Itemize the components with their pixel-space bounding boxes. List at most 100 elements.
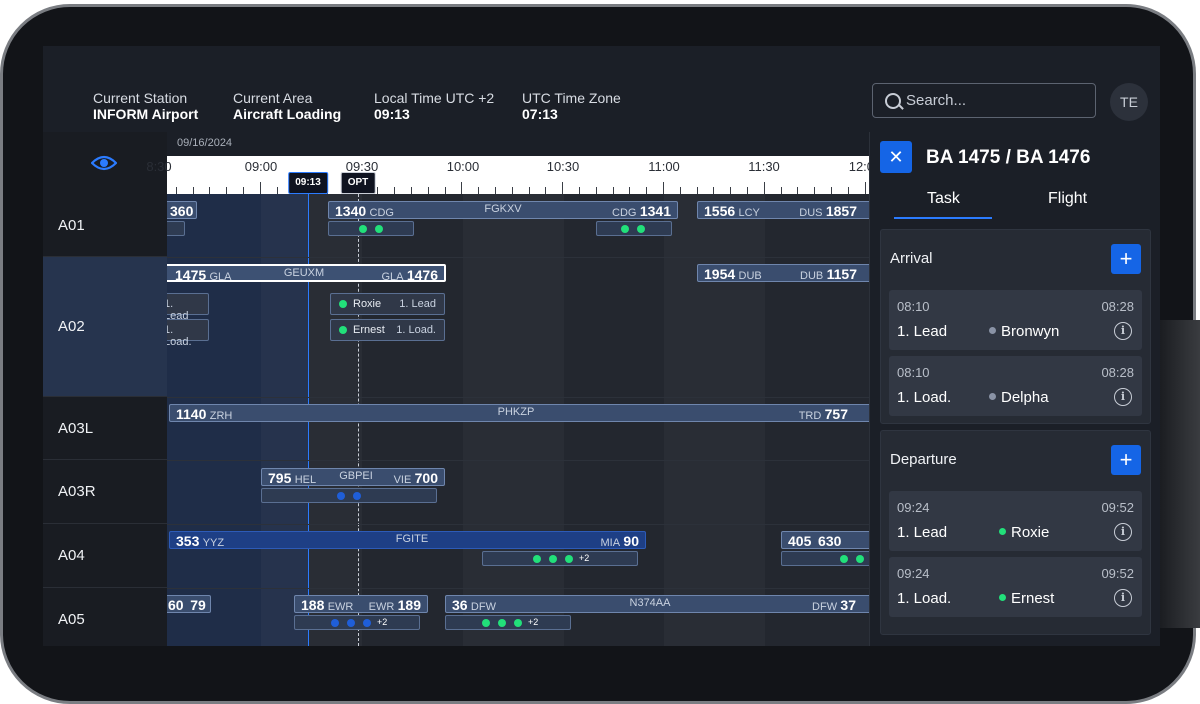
tab-flight[interactable]: Flight — [1048, 190, 1087, 208]
flight-bar[interactable]: 405 630 — [781, 531, 869, 549]
task-start-time: 08:10 — [897, 365, 930, 380]
add-arrival-task-button[interactable]: + — [1111, 244, 1141, 274]
outbound-number: 1157 — [826, 266, 857, 282]
task-card[interactable]: 08:10 08:28 1. Load. Delpha i — [889, 356, 1142, 416]
tick-mark — [175, 187, 177, 194]
outbound-number: 90 — [623, 533, 639, 549]
inbound-code: ZRH — [209, 410, 233, 422]
flight-bar[interactable]: 1954 DUB DUB 1157 — [697, 264, 869, 282]
tick-mark — [562, 182, 564, 194]
opt-marker-label: OPT — [347, 177, 369, 188]
tick-mark — [461, 182, 463, 194]
tick-mark — [427, 187, 429, 194]
row-label-text: A03R — [58, 483, 96, 500]
aircraft-registration: GEUXM — [283, 267, 325, 279]
time-ruler: 09/16/2024 8:30 09:00 09:30 10:00 10:30 … — [146, 132, 881, 194]
row-label-a03r[interactable]: A03R — [43, 460, 167, 524]
local-time-value: 09:13 — [374, 106, 410, 122]
status-dot — [375, 225, 383, 233]
row-label-a03l[interactable]: A03L — [43, 397, 167, 460]
flight-bar[interactable]: 1140 ZRH PHKZP TRD 757 — [169, 404, 869, 422]
outbound-code: CDG — [612, 207, 637, 219]
avatar-initials: TE — [1120, 94, 1138, 110]
info-icon[interactable]: i — [1114, 322, 1132, 340]
user-avatar[interactable]: TE — [1110, 83, 1148, 121]
row-label-text: A03L — [58, 419, 94, 437]
task-strip[interactable]: +2 — [482, 551, 638, 566]
task-start-time: 08:10 — [897, 299, 930, 314]
close-button[interactable]: ✕ — [880, 141, 912, 173]
tick-mark — [226, 187, 228, 194]
status-dot — [347, 619, 355, 627]
area-value: Aircraft Loading — [233, 106, 342, 122]
aircraft-registration: PHKZP — [497, 406, 535, 418]
flight-bar[interactable]: 353 YYZ FGITE MIA 90 — [169, 531, 646, 549]
task-card[interactable]: 08:10 08:28 1. Lead Bronwyn i — [889, 290, 1142, 350]
station-value: INFORM Airport — [93, 106, 199, 122]
row-label-a01[interactable]: A01 — [43, 194, 167, 257]
task-block-roxie[interactable]: Roxie 1. Lead — [330, 293, 445, 315]
flight-bar[interactable]: 1556 LCY DUS 1857 — [697, 201, 869, 219]
selected-flight-bar[interactable]: 1475 GLA GEUXM GLA 1476 — [167, 264, 446, 283]
tick-mark — [394, 187, 396, 194]
time-label: 11:00 — [648, 159, 680, 174]
info-icon[interactable]: i — [1114, 523, 1132, 541]
eye-icon[interactable] — [90, 154, 118, 177]
row-label-a05[interactable]: A05 — [43, 588, 167, 646]
inbound-number: 1140 — [176, 406, 207, 422]
inbound-code: GLA — [209, 271, 232, 283]
tick-mark — [814, 187, 816, 194]
flight-bar[interactable]: 1340 CDG FGKXV CDG 1341 — [328, 201, 678, 219]
task-start-time: 09:24 — [897, 566, 930, 581]
task-strip[interactable] — [596, 221, 672, 236]
inbound-code: DFW — [470, 601, 496, 613]
status-dot — [533, 555, 541, 563]
inbound-number: 36 — [452, 597, 468, 613]
opt-marker[interactable]: OPT — [340, 172, 376, 194]
tick-mark — [444, 187, 446, 194]
flight-bar[interactable]: 360 — [167, 201, 197, 219]
row-label-a02[interactable]: A02 — [43, 257, 167, 397]
tick-mark — [730, 187, 732, 194]
tick-mark — [847, 187, 849, 194]
task-card[interactable]: 09:24 09:52 1. Load. Ernest i — [889, 557, 1142, 617]
area-label: Current Area — [233, 90, 313, 106]
tick-mark — [209, 187, 211, 194]
task-role: 1. Load. — [167, 324, 192, 348]
aircraft-registration: N374AA — [629, 597, 671, 609]
status-dot — [482, 619, 490, 627]
task-end-time: 09:52 — [1101, 566, 1134, 581]
task-block[interactable]: 1. Load. — [167, 319, 209, 348]
info-icon[interactable]: i — [1114, 589, 1132, 607]
aircraft-registration: FGKXV — [484, 203, 522, 215]
add-departure-task-button[interactable]: + — [1111, 445, 1141, 475]
task-role: 1. Lead — [897, 524, 948, 541]
row-label-a04[interactable]: A04 — [43, 524, 167, 588]
search-input[interactable]: Search... — [872, 83, 1096, 118]
task-strip[interactable] — [167, 221, 185, 236]
outbound-number: 1857 — [825, 203, 857, 219]
time-label: 10:00 — [446, 159, 480, 174]
inbound-number: 353 — [176, 533, 200, 549]
inbound-code: HEL — [294, 474, 317, 486]
flight-bar[interactable]: 188 EWR EWR 189 — [294, 595, 428, 613]
task-block[interactable]: 1. Lead — [167, 293, 209, 322]
now-marker[interactable]: 09:13 — [288, 172, 328, 194]
flight-bar[interactable]: 36 DFW N374AA DFW 37 — [445, 595, 869, 613]
flight-bar[interactable]: 60 79 — [167, 595, 211, 613]
tab-task[interactable]: Task — [927, 190, 960, 208]
inbound-number: 1556 — [704, 203, 736, 219]
search-icon — [885, 93, 901, 109]
laptop-edge — [1160, 320, 1200, 628]
task-person: Ernest — [999, 590, 1054, 607]
flight-bar[interactable]: 795 HEL GBPEI VIE 700 — [261, 468, 445, 486]
status-dot — [565, 555, 573, 563]
status-dot — [339, 300, 347, 308]
task-card[interactable]: 09:24 09:52 1. Lead Roxie i — [889, 491, 1142, 551]
task-block-ernest[interactable]: Ernest 1. Load. — [330, 319, 445, 341]
info-icon[interactable]: i — [1114, 388, 1132, 406]
tick-mark — [495, 187, 496, 194]
task-strip[interactable] — [328, 221, 414, 236]
task-strip[interactable] — [781, 551, 869, 566]
task-strip[interactable] — [261, 488, 437, 503]
